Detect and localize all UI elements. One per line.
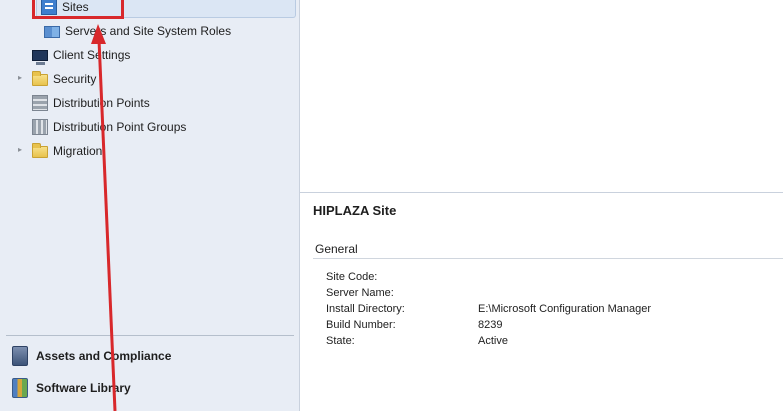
tree-item-migration[interactable]: Migration bbox=[32, 140, 102, 162]
navigation-pane: Sites Servers and Site System Roles Clie… bbox=[0, 0, 300, 411]
tree-item-label: Client Settings bbox=[53, 48, 131, 62]
client-settings-icon bbox=[32, 50, 48, 65]
property-name: Server Name: bbox=[326, 287, 394, 299]
tree-item-label: Servers and Site System Roles bbox=[65, 24, 232, 38]
details-pane: HIPLAZA Site General Site Code: Server N… bbox=[300, 194, 783, 411]
workspace-label: Software Library bbox=[36, 381, 131, 395]
details-title: HIPLAZA Site bbox=[313, 203, 397, 218]
tree-item-security[interactable]: Security bbox=[32, 68, 96, 90]
highlight-box bbox=[32, 0, 124, 19]
tree-item-label: Security bbox=[53, 72, 97, 86]
tree-item-label: Migration bbox=[53, 144, 103, 158]
servers-icon bbox=[44, 26, 60, 38]
property-name: Site Code: bbox=[326, 271, 378, 283]
property-name: Build Number: bbox=[326, 319, 396, 331]
property-row: Build Number: 8239 bbox=[326, 319, 766, 335]
tree-item-distribution-points[interactable]: Distribution Points bbox=[32, 92, 150, 114]
expand-arrow-icon[interactable]: ▸ bbox=[18, 74, 26, 82]
software-library-icon bbox=[12, 378, 28, 398]
property-row: Site Code: bbox=[326, 271, 766, 287]
section-header-general[interactable]: General bbox=[315, 242, 358, 256]
property-row: State: Active bbox=[326, 335, 766, 351]
distribution-points-icon bbox=[32, 95, 48, 111]
property-name: State: bbox=[326, 335, 355, 347]
workspace-software-library[interactable]: Software Library bbox=[12, 376, 131, 400]
property-row: Install Directory: E:\Microsoft Configur… bbox=[326, 303, 766, 319]
tree-item-distribution-point-groups[interactable]: Distribution Point Groups bbox=[32, 116, 186, 138]
tree-item-label: Distribution Point Groups bbox=[53, 120, 187, 134]
workspace-divider bbox=[6, 335, 294, 336]
workspace-label: Assets and Compliance bbox=[36, 349, 172, 363]
assets-compliance-icon bbox=[12, 346, 28, 366]
property-row: Server Name: bbox=[326, 287, 766, 303]
workspace-assets-and-compliance[interactable]: Assets and Compliance bbox=[12, 344, 171, 368]
property-value: Active bbox=[478, 335, 508, 347]
tree-item-servers-and-site-system-roles[interactable]: Servers and Site System Roles bbox=[44, 20, 231, 42]
list-view-pane bbox=[300, 0, 783, 193]
expand-arrow-icon[interactable]: ▸ bbox=[18, 146, 26, 154]
tree-item-label: Distribution Points bbox=[53, 96, 150, 110]
property-value: E:\Microsoft Configuration Manager bbox=[478, 303, 652, 315]
property-value: 8239 bbox=[478, 319, 503, 331]
tree-item-client-settings[interactable]: Client Settings bbox=[32, 44, 130, 66]
section-divider bbox=[313, 258, 783, 259]
distribution-point-groups-icon bbox=[32, 119, 48, 135]
property-name: Install Directory: bbox=[326, 303, 405, 315]
folder-icon bbox=[32, 71, 48, 86]
folder-icon bbox=[32, 143, 48, 158]
